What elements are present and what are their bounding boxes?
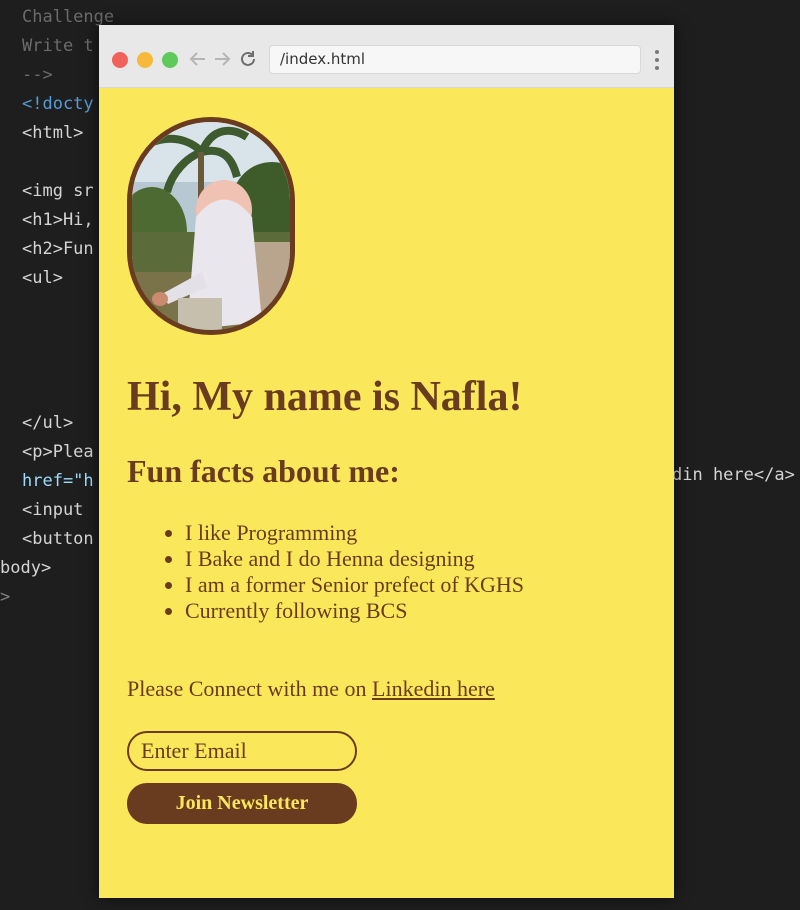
code-line: <input — [22, 500, 84, 520]
profile-photo — [127, 117, 295, 335]
code-line: --> — [22, 65, 53, 85]
code-line: Write t — [22, 36, 94, 56]
address-bar[interactable]: /index.html — [269, 45, 641, 74]
back-button[interactable] — [187, 47, 209, 71]
join-newsletter-button[interactable]: Join Newsletter — [127, 783, 357, 824]
menu-dot-icon — [655, 58, 659, 62]
code-line: <h1>Hi, — [22, 210, 94, 230]
page-title: Hi, My name is Nafla! — [127, 374, 523, 420]
profile-photo-image — [132, 122, 290, 330]
code-line: <!docty — [22, 94, 94, 114]
code-line: </ul> — [22, 413, 74, 433]
maximize-window-button[interactable] — [162, 52, 178, 68]
email-input[interactable]: Enter Email — [127, 731, 357, 771]
linkedin-link[interactable]: Linkedin here — [372, 676, 495, 701]
reload-button[interactable] — [237, 47, 259, 71]
close-window-button[interactable] — [112, 52, 128, 68]
browser-toolbar: /index.html — [99, 25, 674, 88]
arrow-left-icon — [189, 52, 205, 66]
reload-icon — [241, 51, 255, 66]
browser-menu-button[interactable] — [652, 50, 662, 70]
code-line: body> — [0, 558, 52, 578]
connect-text: Please Connect with me on — [127, 676, 373, 701]
code-line: <h2>Fun — [22, 239, 94, 259]
code-line: <button — [22, 529, 94, 549]
facts-list: I like Programming I Bake and I do Henna… — [185, 520, 524, 624]
page-content: Hi, My name is Nafla! Fun facts about me… — [99, 89, 674, 898]
code-line-fragment: din here</a> — [672, 465, 795, 485]
code-line: href="h — [22, 471, 94, 491]
list-item: I Bake and I do Henna designing — [185, 546, 524, 572]
minimize-window-button[interactable] — [137, 52, 153, 68]
browser-window: /index.html Hi, My name is Nafla! Fun fa… — [99, 25, 674, 898]
code-line: <ul> — [22, 268, 63, 288]
menu-dot-icon — [655, 50, 659, 54]
forward-button[interactable] — [211, 47, 233, 71]
menu-dot-icon — [655, 66, 659, 70]
connect-paragraph: Please Connect with me on Linkedin here — [127, 676, 495, 702]
code-line: <html> — [22, 123, 84, 143]
list-item: I am a former Senior prefect of KGHS — [185, 572, 524, 598]
code-line: Challenge 1: — [22, 7, 115, 27]
list-item: Currently following BCS — [185, 598, 524, 624]
list-item: I like Programming — [185, 520, 524, 546]
code-line: <p>Plea — [22, 442, 94, 462]
section-heading: Fun facts about me: — [127, 453, 400, 489]
code-line: <img sr — [22, 181, 94, 201]
code-line: > — [0, 587, 11, 607]
arrow-right-icon — [215, 52, 231, 66]
